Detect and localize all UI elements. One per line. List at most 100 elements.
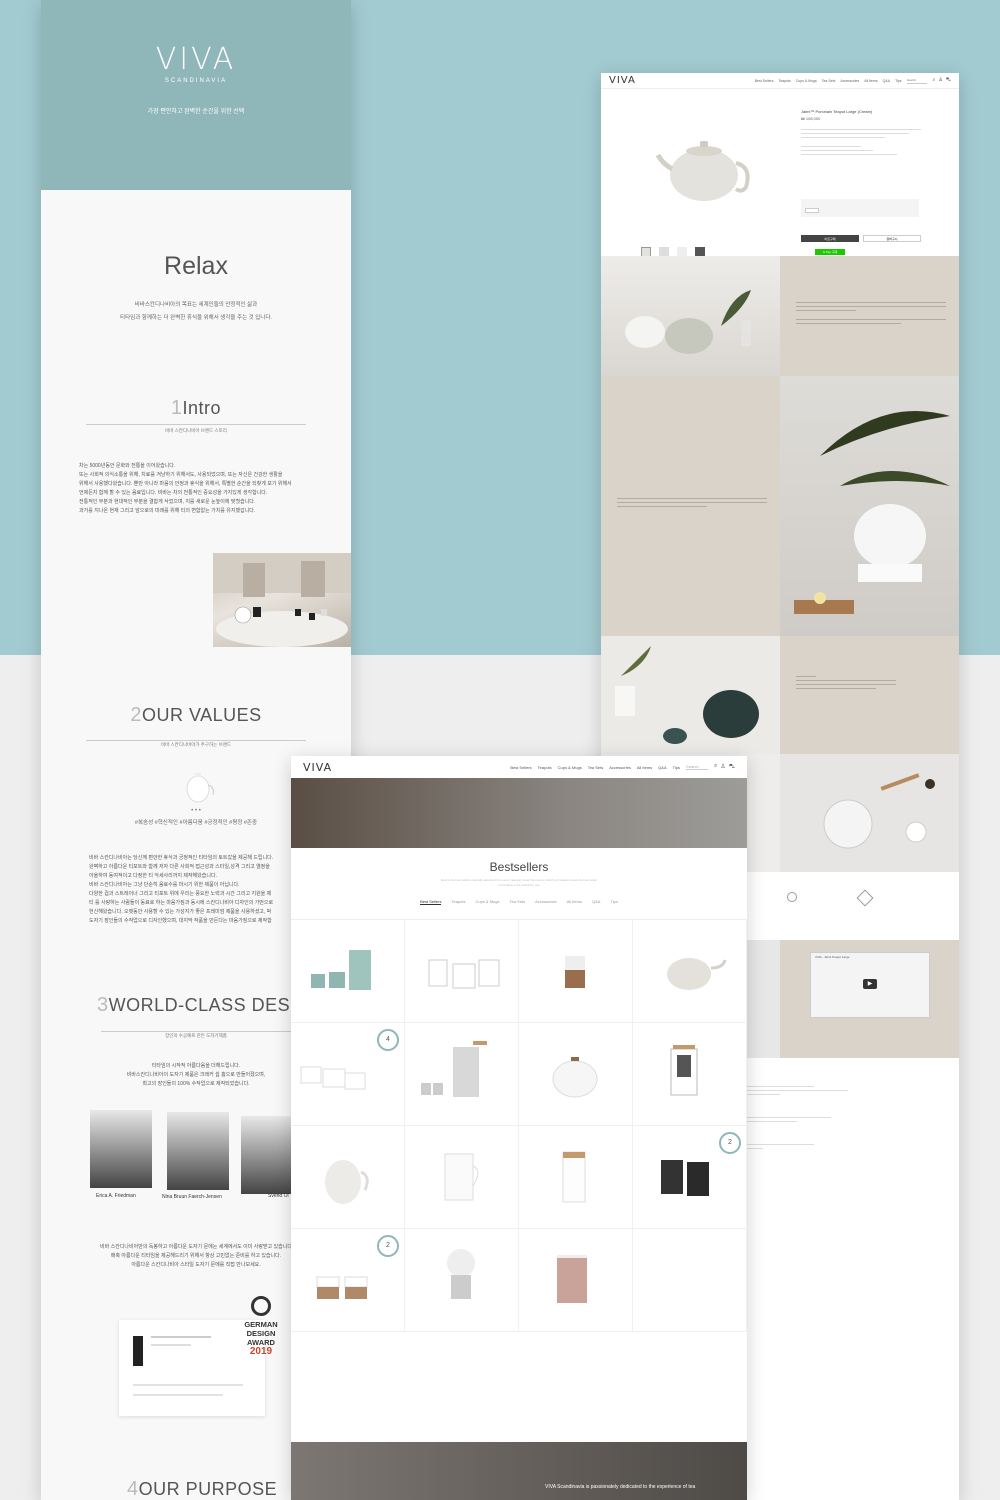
- product-card[interactable]: [519, 1023, 633, 1126]
- nav-links: Best Sellers Teapots Cups & Mugs Tea Set…: [755, 79, 902, 83]
- video-block: VIVA - Jaimi Teapot Large ▶: [780, 940, 959, 1058]
- set-badge: 2: [377, 1235, 399, 1257]
- set-badge: 2: [719, 1132, 741, 1154]
- play-icon[interactable]: ▶: [863, 979, 877, 989]
- description-line: [801, 150, 873, 151]
- text-line: [796, 319, 946, 320]
- product-card[interactable]: 2: [291, 1229, 405, 1332]
- nav-link[interactable]: Q&A: [883, 79, 890, 83]
- nav-link[interactable]: Teapots: [538, 765, 552, 770]
- search-icon[interactable]: ⌕: [933, 77, 936, 84]
- site-logo[interactable]: VIVA: [609, 75, 636, 86]
- intro-subtitle: 비바 스칸디나비아 브랜드 스토리: [165, 428, 227, 433]
- nav-link[interactable]: Accessories: [840, 79, 859, 83]
- nav-link[interactable]: Best Sellers: [510, 765, 531, 770]
- nav-link[interactable]: All Items: [864, 79, 877, 83]
- nav-link[interactable]: Teapots: [778, 79, 790, 83]
- intro-line: 차는 5000년동안 문화와 전통을 이어왔습니다.: [79, 463, 176, 469]
- relax-line-2: 티타임과 함께하는 더 완벽한 휴식을 위해서 생각을 주는 것 입니다.: [120, 315, 272, 321]
- user-icon[interactable]: ♙: [938, 77, 942, 84]
- buy-now-button[interactable]: 바로구매: [801, 235, 859, 242]
- tab-qna[interactable]: Q&A: [592, 899, 600, 905]
- quantity-stepper[interactable]: [805, 208, 819, 213]
- nav-link[interactable]: Tips: [673, 765, 680, 770]
- intro-heading: 1Intro: [41, 397, 351, 420]
- product-card[interactable]: [405, 1126, 519, 1229]
- user-icon[interactable]: ♙: [720, 763, 725, 771]
- divider: [86, 740, 306, 741]
- search-input[interactable]: [906, 77, 927, 84]
- tab-teapots[interactable]: Teapots: [451, 899, 465, 905]
- nav-link[interactable]: Best Sellers: [755, 79, 774, 83]
- text-line: [796, 684, 896, 685]
- product-card[interactable]: [633, 920, 747, 1023]
- product-image: [311, 950, 371, 990]
- lifestyle-photo-teapots: [601, 256, 780, 376]
- site-logo[interactable]: VIVA: [303, 761, 332, 774]
- intro-line: 과거를 지나온 현재 그리고 앞으로의 미래를 위해 티의 변함없는 가치를 유…: [79, 508, 256, 514]
- product-image: [421, 1041, 487, 1097]
- product-card[interactable]: [405, 920, 519, 1023]
- footer-slogan: VIVA Scandinavia is passionately dedicat…: [545, 1484, 696, 1490]
- cart-icon[interactable]: ⛍: [729, 763, 735, 771]
- text-line: [796, 310, 856, 311]
- product-card[interactable]: 4: [291, 1023, 405, 1126]
- product-card[interactable]: [405, 1229, 519, 1332]
- brand-header: VIVA SCANDINAVIA 가장 편안하고 완벽한 순간을 위한 선택: [41, 0, 351, 190]
- product-description: [801, 129, 921, 155]
- product-summary: Jaimi™ Porcelain Teapot Large (Cream) ₩ …: [601, 89, 959, 257]
- lifestyle-photo-dark-teapot: [601, 636, 780, 754]
- nav-link[interactable]: Q&A: [658, 765, 666, 770]
- description-block: [780, 256, 959, 376]
- product-card[interactable]: [519, 1126, 633, 1229]
- designer-name: Erica A. Friedman: [96, 1193, 136, 1199]
- nav-link[interactable]: Tea Sets: [588, 765, 604, 770]
- search-icon[interactable]: ⌕: [714, 763, 717, 771]
- values-number: 2: [130, 704, 142, 726]
- brand-logo[interactable]: VIVA: [41, 42, 351, 77]
- set-badge-count: 2: [386, 1242, 390, 1249]
- category-tabs: Best Sellers Teapots Cups & Mugs Tea Set…: [291, 899, 747, 905]
- search-input[interactable]: Search: [686, 764, 709, 770]
- npay-button[interactable]: N Pay 구매: [815, 249, 845, 255]
- quantity-box: [801, 199, 919, 217]
- text-line: [796, 676, 816, 677]
- product-card[interactable]: [633, 1229, 747, 1332]
- product-card[interactable]: 2: [633, 1126, 747, 1229]
- product-card[interactable]: [519, 1229, 633, 1332]
- set-badge-count: 4: [386, 1036, 390, 1043]
- product-card[interactable]: [519, 920, 633, 1023]
- product-name: Jaimi™ Porcelain Teapot Large (Cream): [801, 109, 873, 114]
- video-player[interactable]: VIVA - Jaimi Teapot Large ▶: [810, 952, 930, 1018]
- product-card[interactable]: [633, 1023, 747, 1126]
- intro-line: 전통적인 부분과 현대적인 부분을 결합게 삭었으며, 지를 새로운 눈높이에 …: [79, 499, 256, 505]
- product-card[interactable]: [405, 1023, 519, 1126]
- description-block: [601, 376, 780, 636]
- tab-accessories[interactable]: Accessories: [535, 899, 557, 905]
- cart-icon[interactable]: ⛍: [946, 77, 951, 84]
- tab-all-items[interactable]: All Items: [567, 899, 582, 905]
- video-title: VIVA - Jaimi Teapot Large: [815, 955, 850, 959]
- tab-tips[interactable]: Tips: [610, 899, 617, 905]
- product-image: [670, 1045, 698, 1096]
- nav-link[interactable]: All Items: [637, 765, 652, 770]
- tab-best-sellers[interactable]: Best Sellers: [420, 899, 442, 905]
- add-to-cart-button[interactable]: 장바구니: [863, 235, 921, 242]
- text-line: [617, 506, 707, 507]
- product-image: [447, 1249, 475, 1299]
- intro-title: Intro: [182, 398, 222, 418]
- tab-tea-sets[interactable]: Tea Sets: [510, 899, 526, 905]
- nav-link[interactable]: Tips: [895, 79, 901, 83]
- nav-link[interactable]: Tea Sets: [822, 79, 836, 83]
- award-text: DESIGN: [246, 1329, 276, 1338]
- intro-line: 언제든지 함께 할 수 있는 음료입니다. 비바는 차의 전통적인 중요성을 가…: [79, 490, 268, 496]
- nav-link[interactable]: Cups & Mugs: [558, 765, 582, 770]
- image-row: [601, 256, 959, 376]
- teapot-product-image[interactable]: [656, 129, 756, 205]
- product-card[interactable]: [291, 920, 405, 1023]
- product-card[interactable]: [291, 1126, 405, 1229]
- nav-link[interactable]: Accessories: [609, 765, 631, 770]
- nav-link[interactable]: Cups & Mugs: [796, 79, 817, 83]
- description-text: [796, 302, 946, 324]
- tab-cups-mugs[interactable]: Cups & Mugs: [475, 899, 499, 905]
